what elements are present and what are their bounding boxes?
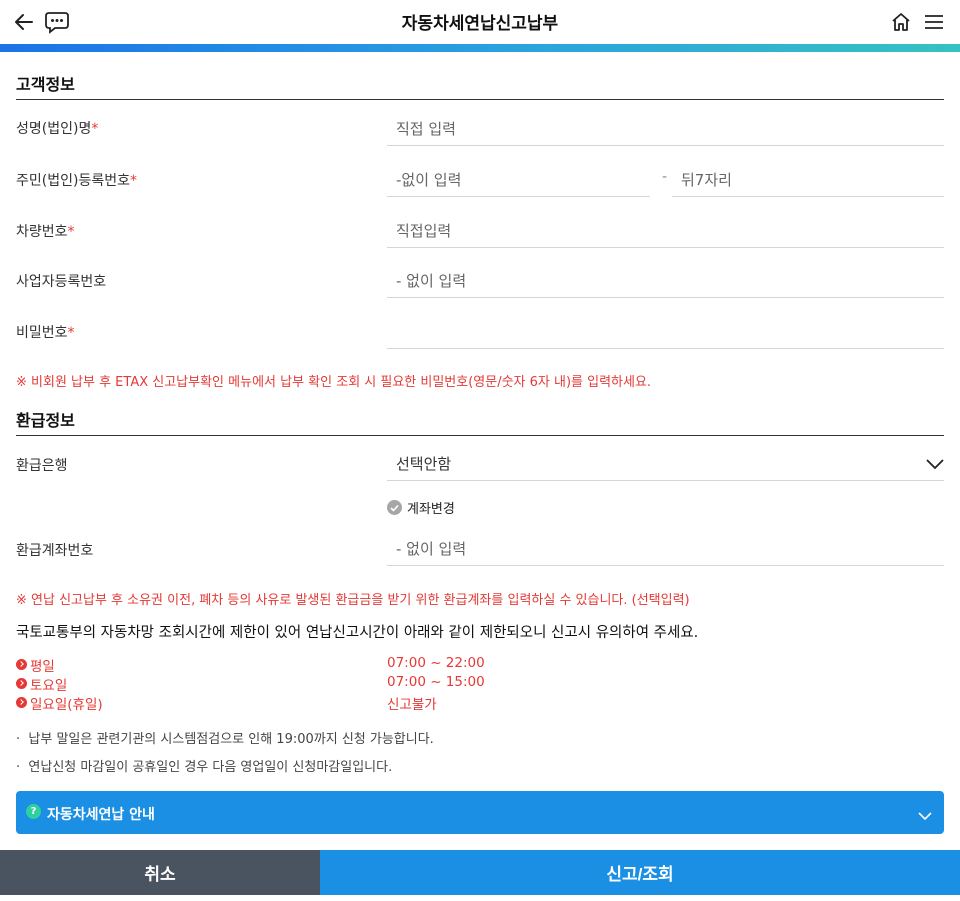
car-number-input[interactable]: 직접입력 (387, 212, 944, 248)
schedule-time: 신고불가 (387, 697, 437, 713)
app-header: 자동차세연납신고납부 (0, 0, 960, 44)
refund-section-title: 환급정보 (16, 411, 75, 430)
section-divider (16, 99, 944, 100)
biz-number-label: 사업자등록번호 (16, 274, 107, 290)
schedule-time: 07:00 ~ 15:00 (387, 674, 485, 690)
refund-bank-select[interactable]: 선택안함 (387, 445, 944, 481)
refund-account-placeholder: - 없이 입력 (396, 540, 467, 558)
schedule-time: 07:00 ~ 22:00 (387, 655, 485, 671)
biz-number-placeholder: - 없이 입력 (396, 272, 467, 290)
schedule-row: 토요일 07:00 ~ 15:00 (16, 674, 716, 694)
chevron-down-icon (926, 455, 944, 474)
refund-notice: ※ 연납 신고납부 후 소유권 이전, 폐차 등의 사유로 발생된 환급금을 받… (16, 593, 690, 608)
rrn-front-input[interactable]: -없이 입력 (387, 161, 650, 197)
rrn-separator: - (662, 169, 668, 185)
home-icon[interactable] (887, 8, 915, 36)
check-circle-icon (387, 500, 402, 515)
guide-label: 자동차세연납 안내 (47, 807, 155, 823)
rrn-back-input[interactable]: 뒤7자리 (672, 161, 944, 197)
schedule-day: 평일 (30, 659, 55, 675)
name-input-placeholder: 직접 입력 (396, 120, 456, 138)
schedule-row: 평일 07:00 ~ 22:00 (16, 655, 716, 675)
schedule-day: 토요일 (30, 678, 68, 694)
rrn-label: 주민(법인)등록번호* (16, 173, 137, 189)
biz-number-input[interactable]: - 없이 입력 (387, 262, 944, 298)
header-gradient-bar (0, 44, 960, 52)
submit-button[interactable]: 신고/조회 (320, 850, 960, 895)
car-number-placeholder: 직접입력 (396, 222, 452, 240)
account-change-label: 계좌변경 (407, 502, 455, 517)
chevron-circle-icon (16, 678, 27, 689)
account-change-button[interactable]: 계좌변경 (387, 498, 455, 517)
schedule-day: 일요일(휴일) (30, 697, 103, 713)
rrn-front-placeholder: -없이 입력 (396, 171, 462, 189)
refund-bank-selected: 선택안함 (396, 455, 452, 473)
schedule-intro: 국토교통부의 자동차망 조회시간에 제한이 있어 연납신고시간이 아래와 같이 … (16, 625, 699, 641)
question-icon: ? (26, 804, 41, 819)
schedule-note: · 납부 말일은 관련기관의 시스템점검으로 인해 19:00까지 신청 가능합… (16, 732, 434, 747)
refund-account-input[interactable]: - 없이 입력 (387, 530, 944, 566)
customer-section-title: 고객정보 (16, 75, 75, 94)
refund-account-label: 환급계좌번호 (16, 543, 94, 559)
chevron-down-icon (918, 806, 932, 825)
name-label: 성명(법인)명* (16, 121, 99, 137)
rrn-back-placeholder: 뒤7자리 (681, 171, 732, 189)
name-input[interactable]: 직접 입력 (387, 110, 944, 146)
hamburger-menu-icon[interactable] (920, 8, 948, 36)
refund-bank-label: 환급은행 (16, 458, 68, 474)
chevron-circle-icon (16, 697, 27, 708)
schedule-row: 일요일(휴일) 신고불가 (16, 693, 716, 713)
chevron-circle-icon (16, 659, 27, 670)
schedule-note: · 연납신청 마감일이 공휴일인 경우 다음 영업일이 신청마감일입니다. (16, 760, 393, 775)
password-notice: ※ 비회원 납부 후 ETAX 신고납부확인 메뉴에서 납부 확인 조회 시 필… (16, 375, 652, 390)
page-title: 자동차세연납신고납부 (401, 14, 559, 34)
password-input[interactable] (387, 313, 944, 349)
cancel-button[interactable]: 취소 (0, 850, 320, 895)
section-divider (16, 435, 944, 436)
car-number-label: 차량번호* (16, 224, 75, 240)
guide-accordion[interactable]: ? 자동차세연납 안내 (16, 791, 944, 834)
password-label: 비밀번호* (16, 325, 75, 341)
